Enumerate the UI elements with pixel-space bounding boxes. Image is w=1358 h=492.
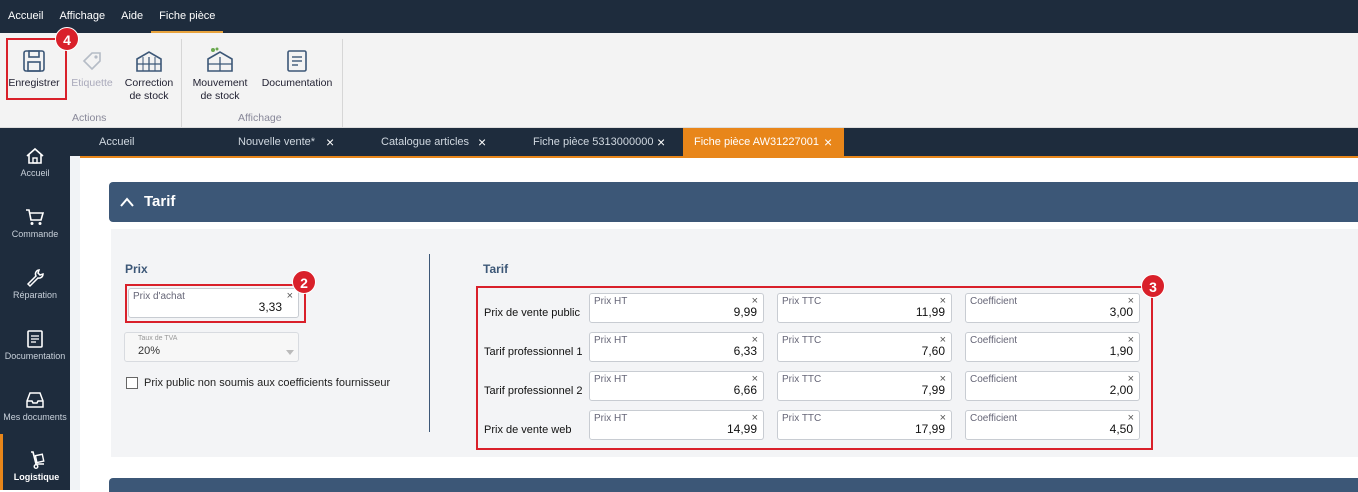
home-icon xyxy=(26,147,44,164)
menu-fiche-piece[interactable]: Fiche pièce xyxy=(151,0,224,33)
document-icon xyxy=(27,330,43,348)
tab-accueil[interactable]: Accueil xyxy=(99,128,219,156)
sidebar-item-mes-documents[interactable]: Mes documents xyxy=(0,390,70,422)
ribbon-divider xyxy=(342,39,343,127)
step-badge-3: 3 xyxy=(1141,274,1165,298)
field-label: Taux de TVA xyxy=(138,335,178,342)
prix-heading: Prix xyxy=(125,262,148,276)
top-menu-bar: Accueil Affichage Aide Fiche pièce xyxy=(0,0,1358,33)
warehouse-icon xyxy=(122,47,176,73)
tarif-heading: Tarif xyxy=(483,262,509,276)
document-tab-bar: Accueil Nouvelle vente* × Catalogue arti… xyxy=(70,128,1358,156)
tag-icon xyxy=(68,47,116,73)
documentation-label: Documentation xyxy=(261,77,333,89)
vat-rate-select[interactable]: Taux de TVA 20% xyxy=(124,332,299,362)
label-button[interactable]: Etiquette xyxy=(68,47,116,90)
sidebar-label: Logistique xyxy=(13,472,60,482)
step-badge-2: 2 xyxy=(292,270,316,294)
tab-catalogue-articles[interactable]: Catalogue articles × xyxy=(381,128,511,156)
stock-correction-label-2: de stock xyxy=(129,90,169,102)
sidebar-item-logistique[interactable]: Logistique xyxy=(0,434,70,490)
sidebar-item-documentation[interactable]: Documentation xyxy=(0,329,70,361)
tab-label: Fiche pièce 5313000000 xyxy=(533,136,654,148)
inbox-icon xyxy=(26,392,44,408)
highlight-box-purchase-price xyxy=(125,284,306,323)
chevron-down-icon xyxy=(286,350,294,355)
ribbon-divider xyxy=(181,39,182,127)
tab-fiche-piece-aw31227001[interactable]: Fiche pièce AW31227001 × xyxy=(683,128,844,156)
highlight-box-tarif xyxy=(476,286,1153,450)
section-header-tarif[interactable]: Tarif xyxy=(109,182,1358,222)
sidebar-label: Mes documents xyxy=(3,412,67,422)
column-divider xyxy=(429,254,430,432)
tab-fiche-piece-5313000000[interactable]: Fiche pièce 5313000000 × xyxy=(533,128,683,156)
stock-movement-button[interactable]: Mouvement de stock xyxy=(189,47,251,103)
hand-truck-icon xyxy=(30,451,45,469)
sidebar-item-reparation[interactable]: Réparation xyxy=(0,268,70,300)
sidebar-item-commande[interactable]: Commande xyxy=(0,207,70,239)
checkbox-label: Prix public non soumis aux coefficients … xyxy=(144,377,391,389)
sidebar-label: Accueil xyxy=(20,168,50,178)
sidebar-item-accueil[interactable]: Accueil xyxy=(0,146,70,178)
close-icon[interactable]: × xyxy=(326,128,334,156)
wrench-icon xyxy=(26,269,44,288)
sidebar-label: Réparation xyxy=(12,290,58,300)
sidebar-label: Commande xyxy=(11,229,59,239)
section-title: Tarif xyxy=(144,193,176,210)
close-icon[interactable]: × xyxy=(824,128,832,156)
stock-correction-label-1: Correction xyxy=(124,77,174,89)
label-label: Etiquette xyxy=(71,77,113,89)
close-icon[interactable]: × xyxy=(657,128,665,156)
cart-icon xyxy=(26,209,45,225)
tab-label: Nouvelle vente* xyxy=(238,136,316,148)
document-icon xyxy=(258,47,336,73)
documentation-button[interactable]: Documentation xyxy=(258,47,336,90)
close-icon[interactable]: × xyxy=(478,128,486,156)
sidebar-label: Documentation xyxy=(4,351,66,361)
stock-movement-label-1: Mouvement xyxy=(192,77,248,89)
checkbox[interactable] xyxy=(126,377,138,389)
tab-label: Fiche pièce AW31227001 xyxy=(694,136,819,148)
tab-label: Catalogue articles xyxy=(381,136,470,148)
tab-nouvelle-vente[interactable]: Nouvelle vente* × xyxy=(238,128,358,156)
ribbon-toolbar: Enregistrer Etiquette Correction de stoc… xyxy=(0,33,1358,128)
warehouse-move-icon xyxy=(189,47,251,73)
chevron-up-icon xyxy=(120,197,134,207)
menu-aide[interactable]: Aide xyxy=(113,0,151,33)
tab-label: Accueil xyxy=(99,136,135,148)
vat-rate-value: 20% xyxy=(138,345,161,357)
step-badge-4: 4 xyxy=(55,27,79,51)
group-label-actions: Actions xyxy=(72,112,107,124)
group-label-affichage: Affichage xyxy=(238,112,282,124)
menu-accueil[interactable]: Accueil xyxy=(0,0,51,33)
stock-movement-label-2: de stock xyxy=(200,90,240,102)
stock-correction-button[interactable]: Correction de stock xyxy=(122,47,176,103)
sidebar-nav: Accueil Commande Réparation Documentatio… xyxy=(0,128,70,490)
